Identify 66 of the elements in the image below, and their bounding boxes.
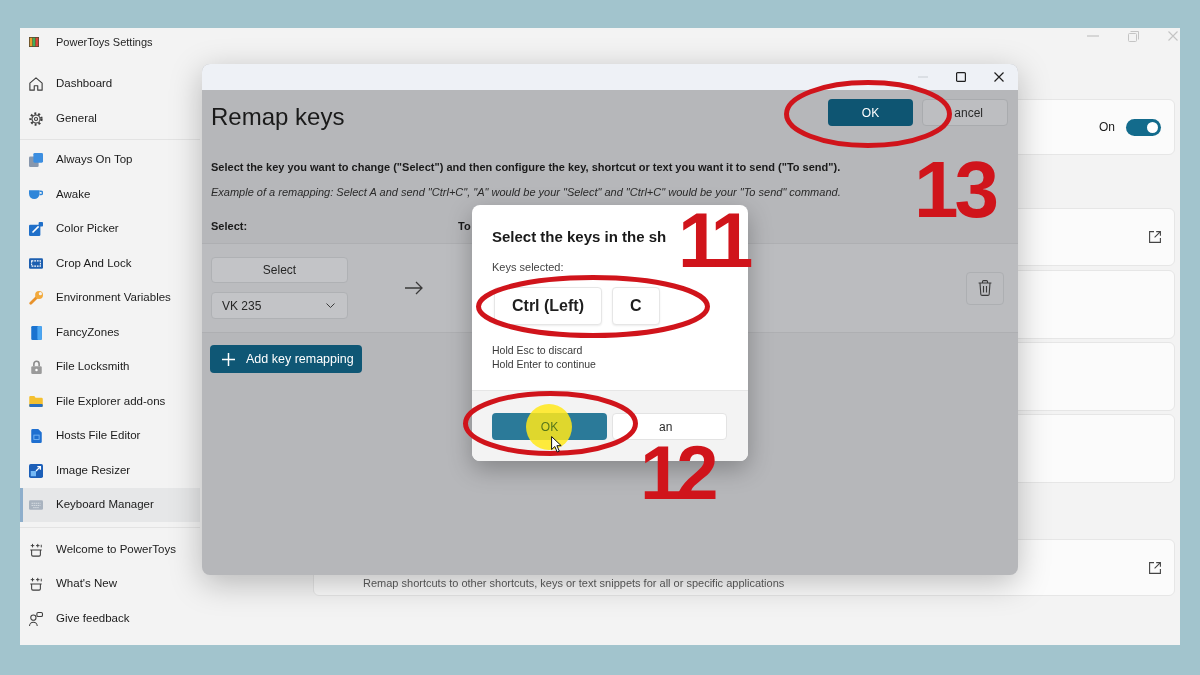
key-dropdown[interactable]: VK 235 bbox=[211, 292, 348, 319]
folder-icon bbox=[29, 396, 43, 407]
sidebar-item[interactable]: Keyboard Manager bbox=[20, 487, 200, 523]
toggle-switch[interactable] bbox=[1126, 118, 1161, 136]
padlock-icon bbox=[30, 360, 42, 374]
example-text: Example of a remapping: Select A and send "Ctrl+C", "A" would be your "Select" and "Ctrl+C" would be your "To send" command. bbox=[210, 185, 842, 200]
mouse-pointer-icon bbox=[551, 436, 562, 453]
home-icon bbox=[29, 77, 43, 91]
trash-icon bbox=[978, 280, 992, 296]
external-link-icon[interactable] bbox=[1149, 561, 1161, 574]
hint-text: Hold Enter to continue bbox=[492, 357, 596, 371]
sidebar-item[interactable]: File Explorer add-ons bbox=[20, 384, 200, 419]
overlapping-squares-icon bbox=[29, 153, 43, 167]
arrow-square-icon bbox=[29, 222, 43, 236]
sidebar-item[interactable]: Awake bbox=[20, 177, 200, 212]
sidebar-item[interactable]: General bbox=[20, 101, 200, 136]
sidebar-item[interactable]: Color Picker bbox=[20, 211, 200, 247]
annotation-number: 13 bbox=[914, 158, 997, 222]
document-icon bbox=[30, 429, 42, 443]
dialog-title: Remap keys bbox=[211, 102, 345, 132]
cup-icon bbox=[29, 189, 43, 200]
arrow-right-icon bbox=[405, 281, 423, 295]
external-link-icon[interactable] bbox=[1149, 231, 1161, 243]
sidebar-item[interactable]: Always On Top bbox=[20, 142, 200, 178]
sparkle-box-icon bbox=[29, 542, 43, 557]
column-header: To bbox=[458, 219, 471, 234]
select-button[interactable]: Select bbox=[211, 257, 348, 283]
delete-button[interactable] bbox=[966, 271, 1004, 305]
split-panel-icon bbox=[30, 325, 42, 340]
maximize-icon[interactable] bbox=[956, 72, 966, 82]
sidebar-item[interactable]: Dashboard bbox=[20, 66, 200, 102]
annotation-number: 12 bbox=[640, 443, 715, 504]
sidebar-item[interactable]: Environment Variables bbox=[20, 280, 200, 316]
toggle-label: On bbox=[1099, 119, 1115, 136]
key-icon bbox=[29, 291, 43, 305]
framed-rectangle-icon bbox=[29, 258, 43, 269]
keyboard-icon bbox=[29, 500, 43, 510]
sidebar-item[interactable]: Give feedback bbox=[20, 601, 200, 636]
instructions-text: Select the key you want to change ("Select") and then configure the key, shortcut or text you want it to send ("To send"). bbox=[210, 160, 842, 175]
column-header: Select: bbox=[211, 219, 249, 234]
person-chat-icon bbox=[29, 611, 43, 626]
dialog-title: Select the keys in the sh bbox=[492, 227, 667, 247]
sidebar-item[interactable]: What's New bbox=[20, 566, 200, 602]
sidebar-item[interactable]: Hosts File Editor bbox=[20, 418, 200, 454]
plus-icon bbox=[222, 352, 235, 366]
key-chip: C bbox=[612, 287, 660, 325]
keys-selected-label: Keys selected: bbox=[492, 260, 564, 274]
close-icon[interactable] bbox=[994, 72, 1004, 82]
card-description: Remap shortcuts to other shortcuts, keys or text snippets for all or specific applications bbox=[363, 576, 785, 590]
annotation-number: 11 bbox=[678, 210, 749, 272]
sidebar-item[interactable]: Image Resizer bbox=[20, 453, 200, 488]
sidebar-item[interactable]: Crop And Lock bbox=[20, 246, 200, 281]
hint-text: Hold Esc to discard bbox=[492, 343, 584, 357]
key-chip: Ctrl (Left) bbox=[494, 287, 602, 325]
cancel-button[interactable]: an bbox=[612, 413, 727, 440]
sidebar-item[interactable]: Welcome to PowerToys bbox=[20, 532, 200, 567]
app-logo-icon bbox=[29, 37, 39, 47]
cancel-button[interactable]: ancel bbox=[922, 99, 1008, 126]
add-key-remapping-button[interactable]: Add key remapping bbox=[210, 345, 362, 373]
chevron-down-icon bbox=[326, 303, 335, 308]
sparkle-box-icon bbox=[29, 577, 43, 591]
sidebar-item[interactable]: File Locksmith bbox=[20, 349, 200, 385]
sidebar-item[interactable]: FancyZones bbox=[20, 315, 200, 350]
ok-button[interactable]: OK bbox=[828, 99, 913, 126]
window-title: PowerToys Settings bbox=[56, 34, 153, 50]
gear-icon bbox=[29, 111, 43, 126]
